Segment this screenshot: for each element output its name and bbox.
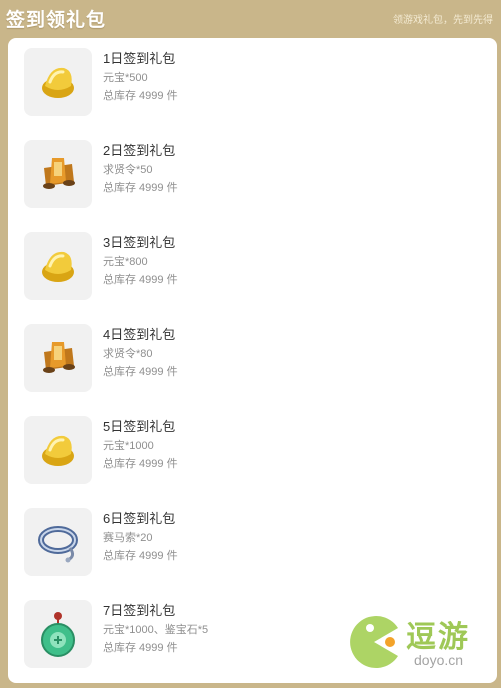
watermark-brand: 逗游: [406, 621, 470, 654]
gift-thumbnail: [24, 600, 92, 668]
gift-contents: 元宝*800: [103, 256, 148, 268]
gift-name: 5日签到礼包: [103, 419, 176, 434]
recruit-token-icon: [43, 342, 75, 373]
gift-thumbnail: [24, 508, 92, 576]
gift-stock: 总库存 4999 件: [103, 90, 178, 102]
gift-thumbnail: [24, 324, 92, 392]
gift-name: 3日签到礼包: [103, 235, 176, 250]
gift-thumbnail: [24, 48, 92, 116]
gift-stock: 总库存 4999 件: [103, 182, 178, 194]
gift-contents: 赛马索*20: [103, 532, 153, 544]
recruit-token-icon: [43, 158, 75, 189]
gift-item-day-2[interactable]: 2日签到礼包 求贤令*50 总库存 4999 件: [24, 140, 464, 212]
gift-stock: 总库存 4999 件: [103, 366, 178, 378]
gift-contents: 元宝*1000: [103, 440, 154, 452]
gift-item-day-6[interactable]: 6日签到礼包 赛马索*20 总库存 4999 件: [24, 508, 464, 580]
appraisal-stone-icon: [41, 612, 75, 657]
gift-thumbnail: [24, 232, 92, 300]
gold-ingot-icon: [42, 435, 74, 466]
gift-stock: 总库存 4999 件: [103, 642, 178, 654]
gift-contents: 求贤令*80: [103, 348, 153, 360]
horse-lasso-icon: [38, 526, 78, 563]
gift-name: 7日签到礼包: [103, 603, 176, 618]
gift-stock: 总库存 4999 件: [103, 274, 178, 286]
watermark-domain: doyo.cn: [414, 652, 464, 668]
gift-item-day-5[interactable]: 5日签到礼包 元宝*1000 总库存 4999 件: [24, 416, 464, 488]
gift-item-day-3[interactable]: 3日签到礼包 元宝*800 总库存 4999 件: [24, 232, 464, 304]
gift-stock: 总库存 4999 件: [103, 458, 178, 470]
gift-stock: 总库存 4999 件: [103, 550, 178, 562]
gold-ingot-icon: [42, 251, 74, 282]
page-title: 签到领礼包: [6, 9, 107, 31]
page-header: 签到领礼包 领游戏礼包，先到先得: [0, 0, 501, 36]
gift-contents: 元宝*1000、鉴宝石*5: [103, 624, 209, 636]
gift-name: 2日签到礼包: [103, 143, 176, 158]
gift-name: 1日签到礼包: [103, 51, 176, 66]
gift-list-panel: 1日签到礼包 元宝*500 总库存 4999 件 2日签到礼包 求贤令*50 总…: [8, 38, 497, 683]
gift-name: 6日签到礼包: [103, 511, 176, 526]
site-watermark: 逗游 doyo.cn: [344, 608, 494, 680]
header-hint: 领游戏礼包，先到先得: [393, 14, 493, 26]
gift-contents: 元宝*500: [103, 72, 148, 84]
gift-item-day-4[interactable]: 4日签到礼包 求贤令*80 总库存 4999 件: [24, 324, 464, 396]
gift-thumbnail: [24, 416, 92, 484]
gold-ingot-icon: [42, 67, 74, 98]
gift-name: 4日签到礼包: [103, 327, 176, 342]
gift-item-day-1[interactable]: 1日签到礼包 元宝*500 总库存 4999 件: [24, 48, 464, 120]
pacman-logo-icon: [350, 616, 398, 668]
gift-contents: 求贤令*50: [103, 164, 153, 176]
gift-thumbnail: [24, 140, 92, 208]
